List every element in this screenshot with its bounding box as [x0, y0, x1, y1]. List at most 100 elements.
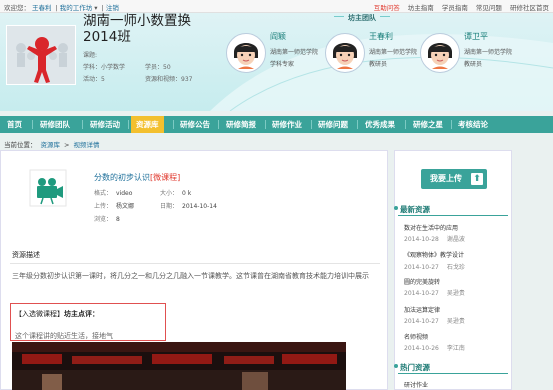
video-title-text[interactable]: 分数的初步认识 [94, 173, 150, 182]
leader-role: 教研员 [369, 61, 388, 68]
uploader-value[interactable]: 杨文娜 [116, 203, 134, 210]
resource-date: 2014-10-27 [404, 318, 439, 325]
team-title: 湖南一师小数置换2014班 [83, 13, 191, 45]
nav-item-home[interactable]: 首页 [7, 116, 22, 133]
latest-resource-title[interactable]: 数对在生活中的应用 [404, 223, 458, 232]
nav-item-announcements[interactable]: 研修公告 [180, 116, 210, 133]
date-label: 日期： [160, 203, 179, 210]
latest-resource-title[interactable]: 加法运算定律 [404, 305, 440, 314]
resource-value: 937 [181, 76, 193, 83]
breadcrumb-resources[interactable]: 资源库 [41, 141, 61, 149]
activity-value: 5 [101, 76, 105, 83]
date-value: 2014-10-14 [182, 203, 217, 210]
host-guide-link[interactable]: 坊主指南 [408, 4, 434, 12]
resource-date: 2014-10-27 [404, 264, 439, 271]
top-bar: 欢迎您： 王春利 | 我的工作坊 ▾ | 注销 互助问答 坊主指南 学员指南 常见问题 … [0, 0, 553, 13]
my-work-link[interactable]: 我的工作坊 [60, 4, 93, 12]
review-tag: 【入选微课程】 [15, 310, 64, 318]
leader-name[interactable]: 阎颖 [270, 31, 286, 42]
video-tag: [微课程] [150, 173, 181, 182]
resource-date: 2014-10-28 [404, 236, 439, 243]
nav-item-resources[interactable]: 资源库 [131, 116, 164, 133]
logout-link[interactable]: 注销 [106, 4, 119, 12]
team-stats: 课题: 学科：小学数学 活动：5 学员：50 资源和视频：937 [83, 50, 192, 86]
views-value: 8 [116, 216, 120, 223]
description-text: 三年级分数初步认识第一课时，将几分之一和几分之几融入一节课教学。这节课曾在湖南省… [12, 272, 369, 280]
upload-arrow-icon[interactable]: ⬆ [471, 173, 483, 185]
faq-link[interactable]: 常见问题 [476, 4, 502, 12]
format-value: video [116, 190, 133, 197]
user-info: 欢迎您： 王春利 | 我的工作坊 ▾ | 注销 [4, 4, 119, 12]
video-title[interactable]: 分数的初步认识[微课程] [94, 172, 180, 183]
leader-role: 教研员 [464, 61, 483, 68]
activity-label: 活动： [83, 76, 102, 83]
subject-value: 小学数学 [101, 64, 126, 71]
nav-item-assessment[interactable]: 考核结论 [458, 116, 488, 133]
nav-item-achievements[interactable]: 优秀成果 [365, 116, 395, 133]
user-link[interactable]: 王春利 [32, 4, 52, 12]
upload-label[interactable]: 我要上传 [430, 174, 462, 183]
resource-author[interactable]: 李江南 [447, 345, 465, 352]
leader-org: 湖南第一师范学院 [369, 49, 418, 56]
student-guide-link[interactable]: 学员指南 [442, 4, 468, 12]
latest-resource-title[interactable]: 名师视频 [404, 332, 428, 341]
resource-author[interactable]: 谢晶波 [447, 236, 465, 243]
leader-team-heading: 坊主团队 [334, 14, 390, 22]
resource-author[interactable]: 石戈珍 [447, 264, 465, 271]
leader-card[interactable]: 王春利 湖南第一师范学院 教研员 [325, 31, 435, 93]
divider [10, 263, 380, 264]
nav-item-team[interactable]: 研修团队 [40, 116, 70, 133]
size-value: 0 k [182, 190, 192, 197]
help-qa-link[interactable]: 互助问答 [374, 4, 400, 12]
nav-item-stars[interactable]: 研修之星 [413, 116, 443, 133]
views-meta: 浏览： 8 [94, 214, 120, 223]
upload-button[interactable]: 我要上传 ⬆ [421, 169, 487, 189]
avatar[interactable] [226, 33, 266, 73]
breadcrumb-video-detail[interactable]: 视频详情 [73, 141, 99, 149]
leader-name[interactable]: 王春利 [369, 31, 393, 42]
review-title: 【入选微课程】坊主点评： [15, 309, 99, 319]
subject-label: 学科： [83, 64, 102, 71]
topic-label: 课题: [83, 52, 98, 59]
latest-resource-meta: 2014-10-27 吴逊贵 [404, 288, 465, 297]
review-suffix: 坊主点评： [64, 310, 99, 318]
nav-item-questions[interactable]: 研修问题 [318, 116, 348, 133]
student-value: 50 [163, 64, 171, 71]
resource-author[interactable]: 吴逊贵 [447, 290, 465, 297]
nav-item-briefs[interactable]: 研修简报 [226, 116, 256, 133]
nav-item-activities[interactable]: 研修活动 [90, 116, 120, 133]
avatar[interactable] [420, 33, 460, 73]
latest-resource-meta: 2014-10-28 谢晶波 [404, 234, 465, 243]
leader-name[interactable]: 谭卫平 [464, 31, 488, 42]
divider [398, 215, 508, 216]
resource-date: 2014-10-27 [404, 290, 439, 297]
latest-resource-title[interactable]: 圆的完美旋转 [404, 277, 440, 286]
breadcrumb: 当前位置： 资源库 > 视频详情 [4, 139, 103, 149]
size-meta: 大小： 0 k [160, 188, 191, 197]
leader-card[interactable]: 谭卫平 湖南第一师范学院 教研员 [420, 31, 530, 93]
team-logo [6, 25, 76, 85]
format-label: 格式： [94, 190, 113, 197]
latest-resource-meta: 2014-10-27 石戈珍 [404, 262, 465, 271]
breadcrumb-separator: > [64, 141, 70, 149]
avatar[interactable] [325, 33, 365, 73]
date-meta: 日期： 2014-10-14 [160, 201, 217, 210]
welcome-text: 欢迎您： [4, 4, 30, 12]
nav-item-assignments[interactable]: 研修作业 [272, 116, 302, 133]
resource-author[interactable]: 吴逊贵 [447, 318, 465, 325]
hot-resources-heading: 热门资源 [394, 363, 430, 372]
leader-card[interactable]: 阎颖 湖南第一师范学院 学科专家 [226, 31, 336, 93]
chevron-down-icon[interactable]: ▾ [94, 4, 97, 12]
latest-resource-title[interactable]: 《观察物体》教学设计 [404, 250, 464, 259]
review-text: 这个课程讲的贴近生活，接地气 [15, 332, 113, 340]
breadcrumb-prefix: 当前位置： [4, 141, 37, 149]
resource-date: 2014-10-26 [404, 345, 439, 352]
top-links: 互助问答 坊主指南 学员指南 常见问题 研修社区首页 [368, 2, 549, 12]
description-heading: 资源描述 [12, 251, 40, 259]
review-box: 【入选微课程】坊主点评： 这个课程讲的贴近生活，接地气 [10, 303, 166, 341]
leader-role: 学科专家 [270, 61, 295, 68]
video-thumbnail[interactable] [12, 342, 346, 390]
hot-resource-title[interactable]: 研讨作业 [404, 380, 428, 389]
community-home-link[interactable]: 研修社区首页 [510, 4, 549, 12]
views-label: 浏览： [94, 216, 113, 223]
